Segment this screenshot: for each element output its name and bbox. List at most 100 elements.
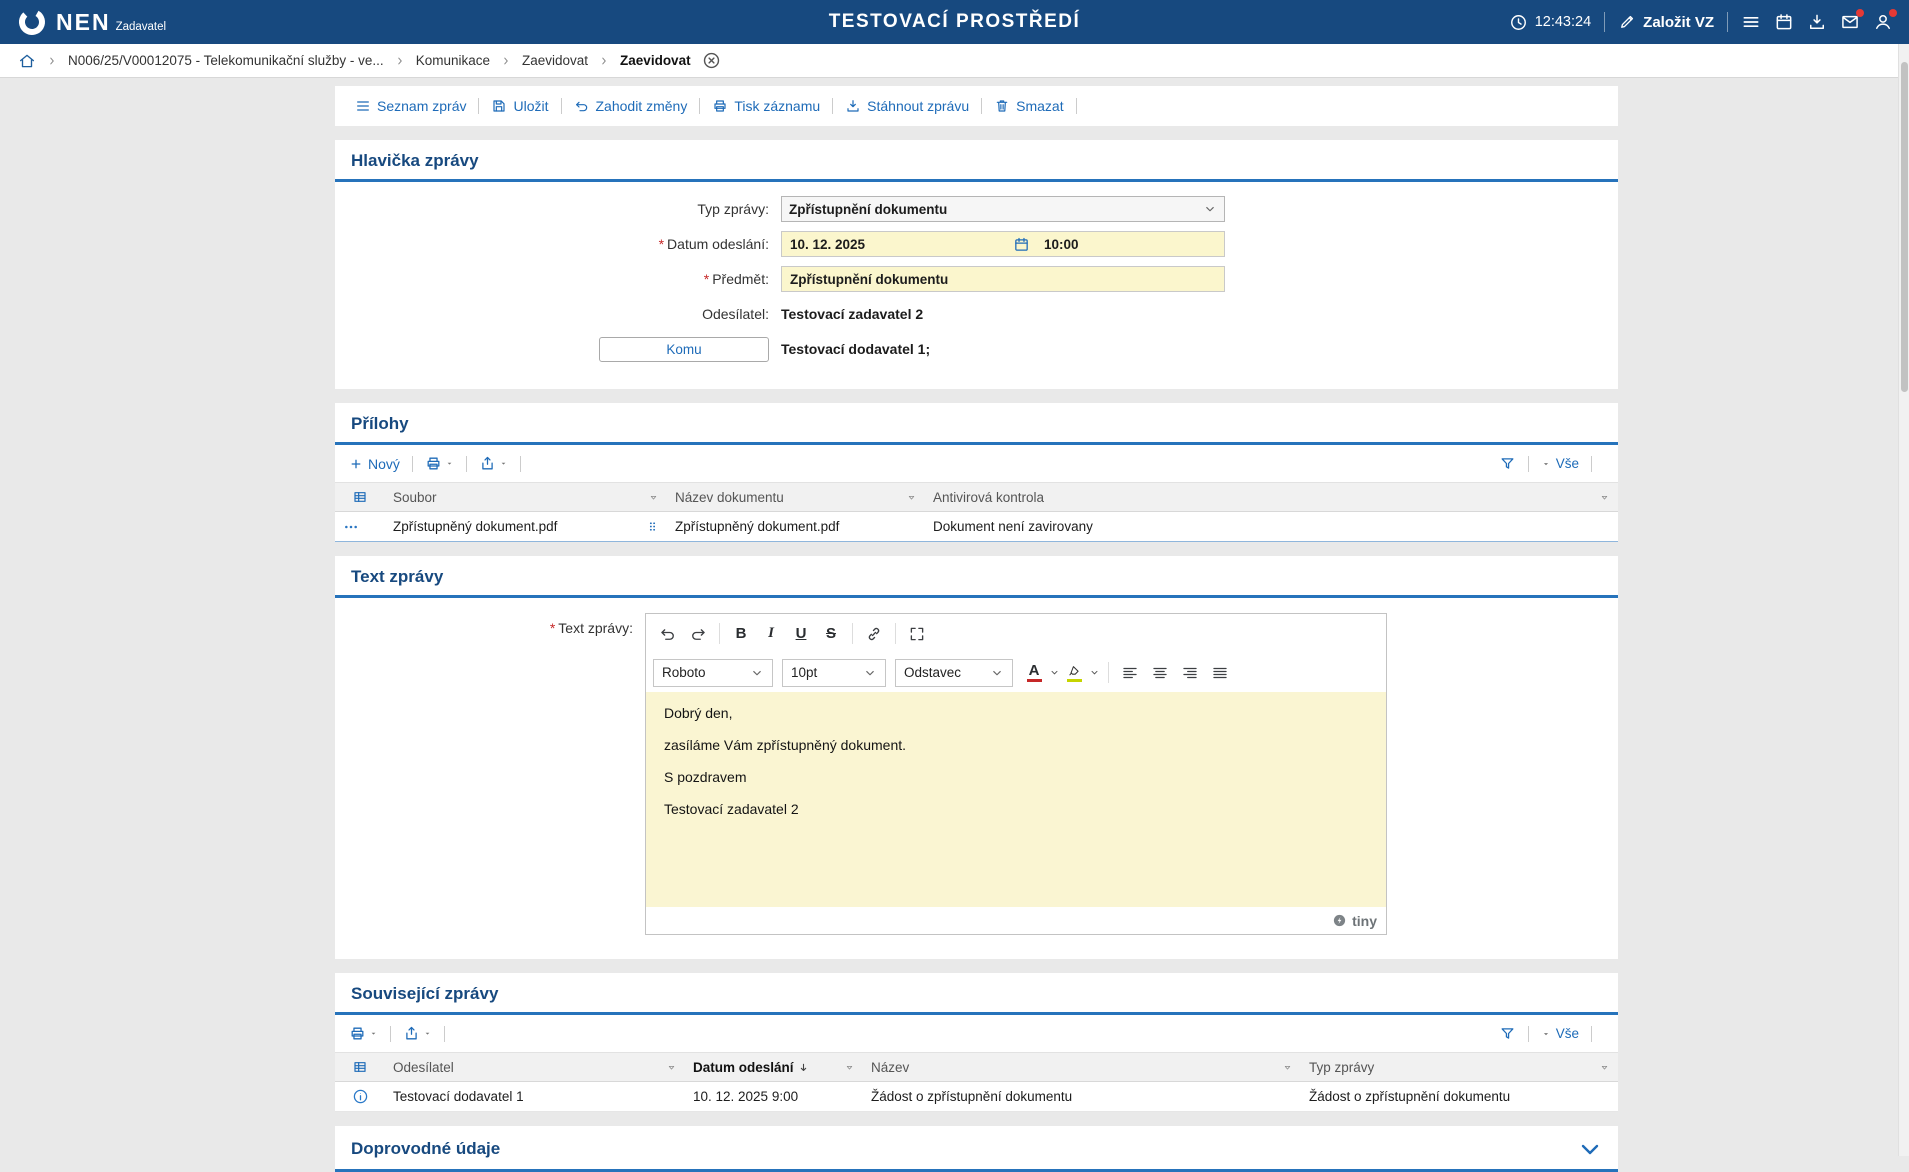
fullscreen-button[interactable] bbox=[902, 620, 932, 648]
calendar-button[interactable] bbox=[1774, 12, 1794, 32]
grid-icon bbox=[352, 489, 368, 505]
attachment-document-name[interactable]: Zpřístupněný dokument.pdf bbox=[667, 512, 925, 542]
editor-separator bbox=[719, 623, 720, 644]
download-message-button[interactable]: Stáhnout zprávu bbox=[845, 98, 969, 114]
column-header-odesilatel[interactable]: Odesílatel bbox=[385, 1053, 685, 1082]
breadcrumb-separator-icon bbox=[395, 56, 405, 66]
session-clock: 12:43:24 bbox=[1509, 13, 1591, 32]
insert-link-button[interactable] bbox=[859, 620, 889, 648]
expand-section-button[interactable] bbox=[1578, 1137, 1602, 1161]
page-scrollbar[interactable] bbox=[1898, 44, 1909, 1156]
breadcrumb-item-komunikace[interactable]: Komunikace bbox=[416, 53, 490, 68]
block-format-select[interactable]: Odstavec bbox=[895, 659, 1013, 687]
drag-handle[interactable] bbox=[646, 520, 659, 533]
text-color-menu-button[interactable] bbox=[1046, 659, 1062, 687]
scrollbar-thumb[interactable] bbox=[1901, 62, 1908, 392]
grid-settings-header[interactable] bbox=[335, 483, 385, 512]
subject-input[interactable]: Zpřístupnění dokumentu bbox=[781, 266, 1225, 292]
discard-changes-button[interactable]: Zahodit změny bbox=[574, 98, 688, 114]
editor-content[interactable]: Dobrý den, zasíláme Vám zpřístupněný dok… bbox=[646, 692, 1386, 907]
highlight-color-button[interactable] bbox=[1062, 659, 1086, 687]
underline-button[interactable]: U bbox=[786, 620, 816, 648]
undo-button[interactable] bbox=[653, 620, 683, 648]
filter-icon[interactable] bbox=[1599, 1062, 1610, 1073]
recipients-value: Testovací dodavatel 1; bbox=[781, 341, 930, 357]
grid-settings-header[interactable] bbox=[335, 1053, 385, 1082]
profile-button[interactable] bbox=[1873, 12, 1893, 32]
breadcrumb-item-procurement[interactable]: N006/25/V00012075 - Telekomunikační služ… bbox=[68, 53, 384, 68]
subject-label: Předmět: bbox=[712, 271, 769, 287]
date-picker-button[interactable] bbox=[1013, 236, 1030, 253]
print-record-button[interactable]: Tisk záznamu bbox=[712, 98, 820, 114]
bold-button[interactable]: B bbox=[726, 620, 756, 648]
attachment-antivirus-status: Dokument není zavirovany bbox=[925, 512, 1618, 542]
chevron-down-icon bbox=[369, 1029, 378, 1038]
print-grid-button[interactable] bbox=[349, 1025, 378, 1042]
new-attachment-button[interactable]: Nový bbox=[349, 456, 400, 472]
breadcrumb-item-zaevidovat[interactable]: Zaevidovat bbox=[522, 53, 588, 68]
export-grid-button[interactable] bbox=[403, 1025, 432, 1042]
column-header-soubor[interactable]: Soubor bbox=[385, 483, 667, 512]
filter-icon[interactable] bbox=[844, 1062, 855, 1073]
create-vz-button[interactable]: Založit VZ bbox=[1618, 13, 1714, 31]
editor-brand-label[interactable]: tiny bbox=[1352, 913, 1377, 929]
filter-icon[interactable] bbox=[648, 492, 659, 503]
font-size-select[interactable]: 10pt bbox=[782, 659, 886, 687]
text-color-button[interactable]: A bbox=[1022, 659, 1046, 687]
align-right-button[interactable] bbox=[1175, 659, 1205, 687]
align-left-button[interactable] bbox=[1115, 659, 1145, 687]
menu-button[interactable] bbox=[1741, 12, 1761, 32]
attachment-file-cell[interactable]: Zpřístupněný dokument.pdf bbox=[385, 512, 667, 542]
save-button[interactable]: Uložit bbox=[491, 98, 548, 114]
toolbar-separator bbox=[832, 98, 833, 114]
font-family-select[interactable]: Roboto bbox=[653, 659, 773, 687]
attachment-row[interactable]: Zpřístupněný dokument.pdf Zpřístupněný d… bbox=[335, 512, 1618, 542]
related-message-row[interactable]: Testovací dodavatel 1 10. 12. 2025 9:00 … bbox=[335, 1082, 1618, 1112]
editor-toolbar-row2: Roboto 10pt Odstavec A bbox=[646, 653, 1386, 692]
filter-icon[interactable] bbox=[1599, 492, 1610, 503]
filter-button[interactable] bbox=[1499, 1025, 1516, 1042]
close-tab-button[interactable] bbox=[702, 51, 721, 70]
view-all-button[interactable]: Vše bbox=[1541, 456, 1579, 471]
delete-button[interactable]: Smazat bbox=[994, 98, 1063, 114]
required-marker: * bbox=[704, 271, 709, 287]
downloads-button[interactable] bbox=[1807, 12, 1827, 32]
messages-button[interactable] bbox=[1840, 12, 1860, 32]
action-label: Smazat bbox=[1016, 98, 1063, 114]
column-header-nazev[interactable]: Název bbox=[863, 1053, 1301, 1082]
column-header-typ[interactable]: Typ zprávy bbox=[1301, 1053, 1618, 1082]
section-title: Doprovodné údaje bbox=[351, 1139, 500, 1159]
brand[interactable]: NEN Zadavatel bbox=[16, 6, 166, 38]
row-actions-button[interactable] bbox=[335, 512, 385, 542]
attachments-table: Soubor Název dokumentu Antivirová kontro… bbox=[335, 482, 1618, 542]
align-justify-button[interactable] bbox=[1205, 659, 1235, 687]
home-button[interactable] bbox=[18, 52, 36, 70]
highlight-color-menu-button[interactable] bbox=[1086, 659, 1102, 687]
align-center-button[interactable] bbox=[1145, 659, 1175, 687]
column-header-antivir[interactable]: Antivirová kontrola bbox=[925, 483, 1618, 512]
strikethrough-button[interactable]: S bbox=[816, 620, 846, 648]
date-input[interactable]: 10. 12. 2025 bbox=[790, 237, 1013, 252]
column-header-datum[interactable]: Datum odeslání bbox=[685, 1053, 863, 1082]
filter-icon[interactable] bbox=[906, 492, 917, 503]
tiny-logo-icon bbox=[1332, 913, 1347, 928]
toolbar-separator bbox=[981, 98, 982, 114]
chevron-down-icon bbox=[1049, 667, 1060, 678]
row-info-button[interactable] bbox=[335, 1082, 385, 1112]
filter-icon[interactable] bbox=[1282, 1062, 1293, 1073]
italic-button[interactable]: I bbox=[756, 620, 786, 648]
column-header-nazev[interactable]: Název dokumentu bbox=[667, 483, 925, 512]
breadcrumb-item-current[interactable]: Zaevidovat bbox=[620, 53, 691, 68]
filter-button[interactable] bbox=[1499, 455, 1516, 472]
export-grid-button[interactable] bbox=[479, 455, 508, 472]
message-type-select[interactable]: Zpřístupnění dokumentu bbox=[781, 196, 1225, 222]
time-input[interactable]: 10:00 bbox=[1030, 237, 1216, 252]
redo-button[interactable] bbox=[683, 620, 713, 648]
message-list-button[interactable]: Seznam zpráv bbox=[355, 98, 466, 114]
view-all-button[interactable]: Vše bbox=[1541, 1026, 1579, 1041]
filter-icon[interactable] bbox=[666, 1062, 677, 1073]
editor-statusbar: tiny bbox=[646, 907, 1386, 934]
recipients-button[interactable]: Komu bbox=[599, 337, 769, 362]
print-grid-button[interactable] bbox=[425, 455, 454, 472]
trash-icon bbox=[994, 98, 1010, 114]
